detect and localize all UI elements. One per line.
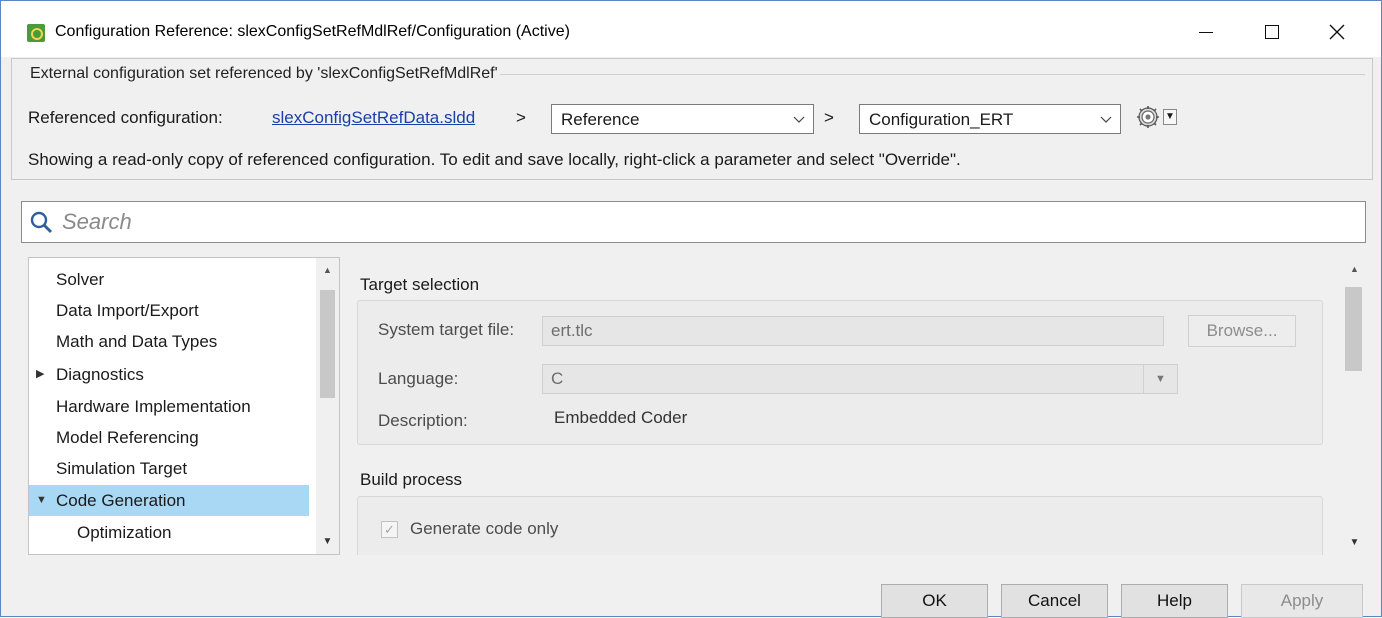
help-button[interactable]: Help bbox=[1121, 584, 1228, 618]
header-caption: External configuration set referenced by… bbox=[28, 65, 500, 83]
target-selection-title: Target selection bbox=[360, 275, 480, 294]
scroll-down-arrow-icon[interactable]: ▼ bbox=[316, 532, 339, 552]
chevron-down-icon bbox=[793, 116, 805, 123]
matlab-app-icon bbox=[27, 24, 45, 42]
tree-item-label: Math and Data Types bbox=[56, 332, 218, 351]
referenced-configuration-label: Referenced configuration: bbox=[28, 108, 223, 127]
maximize-icon bbox=[1265, 25, 1279, 39]
tree-item-label: Model Referencing bbox=[56, 428, 199, 447]
tree-item-solver[interactable]: Solver bbox=[29, 264, 309, 295]
tree-item-diagnostics[interactable]: ▶ Diagnostics bbox=[29, 359, 309, 390]
panel-scroll-thumb[interactable] bbox=[1345, 287, 1362, 371]
window-title: Configuration Reference: slexConfigSetRe… bbox=[55, 23, 570, 40]
tree-item-model-referencing[interactable]: Model Referencing bbox=[29, 422, 309, 453]
dropdown-arrow-icon: ▼ bbox=[1143, 365, 1177, 393]
tree-item-math-and-data-types[interactable]: Math and Data Types bbox=[29, 326, 309, 357]
category-tree: Solver Data Import/Export Math and Data … bbox=[28, 257, 340, 555]
scroll-down-arrow-icon[interactable]: ▼ bbox=[1343, 533, 1366, 553]
target-selection-group: System target file: ert.tlc Browse... La… bbox=[357, 300, 1323, 445]
configuration-reference-window: Configuration Reference: slexConfigSetRe… bbox=[0, 0, 1382, 618]
description-value: Embedded Coder bbox=[554, 408, 688, 427]
expand-arrow-icon[interactable]: ▶ bbox=[36, 359, 44, 390]
parameters-panel: Target selection System target file: ert… bbox=[345, 257, 1368, 555]
header-divider bbox=[475, 74, 1365, 75]
title-bar: Configuration Reference: slexConfigSetRe… bbox=[1, 1, 1381, 57]
ok-button[interactable]: OK bbox=[881, 584, 988, 618]
configuration-select[interactable]: Configuration_ERT bbox=[859, 104, 1121, 134]
system-target-file-field[interactable]: ert.tlc bbox=[542, 316, 1164, 346]
reference-header: External configuration set referenced by… bbox=[11, 58, 1373, 180]
panel-scrollbar[interactable]: ▲ ▼ bbox=[1339, 257, 1368, 555]
generate-code-only-label: Generate code only bbox=[410, 519, 559, 538]
path-separator: > bbox=[824, 108, 834, 127]
close-button[interactable] bbox=[1314, 13, 1360, 51]
language-select[interactable]: C ▼ bbox=[542, 364, 1178, 394]
search-icon bbox=[30, 211, 52, 233]
close-icon bbox=[1329, 24, 1345, 40]
minimize-button[interactable] bbox=[1183, 13, 1229, 51]
tree-scroll-thumb[interactable] bbox=[320, 290, 335, 398]
language-label: Language: bbox=[378, 369, 459, 388]
chevron-down-icon bbox=[1100, 116, 1112, 123]
browse-button[interactable]: Browse... bbox=[1188, 315, 1296, 347]
tree-item-label: Hardware Implementation bbox=[56, 397, 251, 416]
reference-select-value: Reference bbox=[561, 110, 640, 129]
tree-item-hardware-implementation[interactable]: Hardware Implementation bbox=[29, 391, 309, 422]
scroll-up-arrow-icon[interactable]: ▲ bbox=[1343, 259, 1366, 279]
build-process-title: Build process bbox=[360, 470, 463, 489]
tree-item-label: Code Generation bbox=[56, 491, 186, 510]
reference-select[interactable]: Reference bbox=[551, 104, 814, 134]
tree-item-label: Diagnostics bbox=[56, 365, 144, 384]
minimize-icon bbox=[1199, 31, 1213, 33]
tree-scrollbar[interactable]: ▲ ▼ bbox=[316, 258, 339, 554]
search-input[interactable] bbox=[60, 206, 1350, 238]
apply-button[interactable]: Apply bbox=[1241, 584, 1363, 618]
data-dictionary-link[interactable]: slexConfigSetRefData.sldd bbox=[272, 108, 475, 128]
tree-item-code-generation[interactable]: ▼ Code Generation bbox=[29, 485, 309, 516]
scroll-up-arrow-icon[interactable]: ▲ bbox=[316, 260, 339, 280]
tree-item-simulation-target[interactable]: Simulation Target bbox=[29, 453, 309, 484]
generate-code-only-checkbox[interactable]: ✓ bbox=[381, 521, 398, 538]
tree-item-label: Data Import/Export bbox=[56, 301, 199, 320]
search-bar[interactable] bbox=[21, 201, 1366, 243]
system-target-file-label: System target file: bbox=[378, 320, 515, 339]
collapse-arrow-icon[interactable]: ▼ bbox=[36, 485, 47, 516]
path-separator: > bbox=[516, 108, 526, 127]
cancel-button[interactable]: Cancel bbox=[1001, 584, 1108, 618]
tree-item-label: Simulation Target bbox=[56, 459, 188, 478]
configuration-select-value: Configuration_ERT bbox=[869, 110, 1014, 129]
tree-item-label: Optimization bbox=[77, 523, 172, 542]
tree-item-label: Solver bbox=[56, 270, 105, 289]
gear-dropdown-arrow-icon[interactable]: ▼ bbox=[1163, 109, 1177, 125]
description-label: Description: bbox=[378, 411, 468, 430]
tree-item-optimization[interactable]: Optimization bbox=[29, 517, 309, 548]
read-only-info-text: Showing a read-only copy of referenced c… bbox=[28, 150, 961, 169]
configuration-actions-button[interactable]: ▼ bbox=[1129, 103, 1181, 133]
maximize-button[interactable] bbox=[1249, 13, 1295, 51]
tree-item-data-import-export[interactable]: Data Import/Export bbox=[29, 295, 309, 326]
build-process-group: ✓ Generate code only bbox=[357, 496, 1323, 555]
language-select-value: C bbox=[551, 369, 564, 388]
gear-icon bbox=[1137, 106, 1159, 128]
